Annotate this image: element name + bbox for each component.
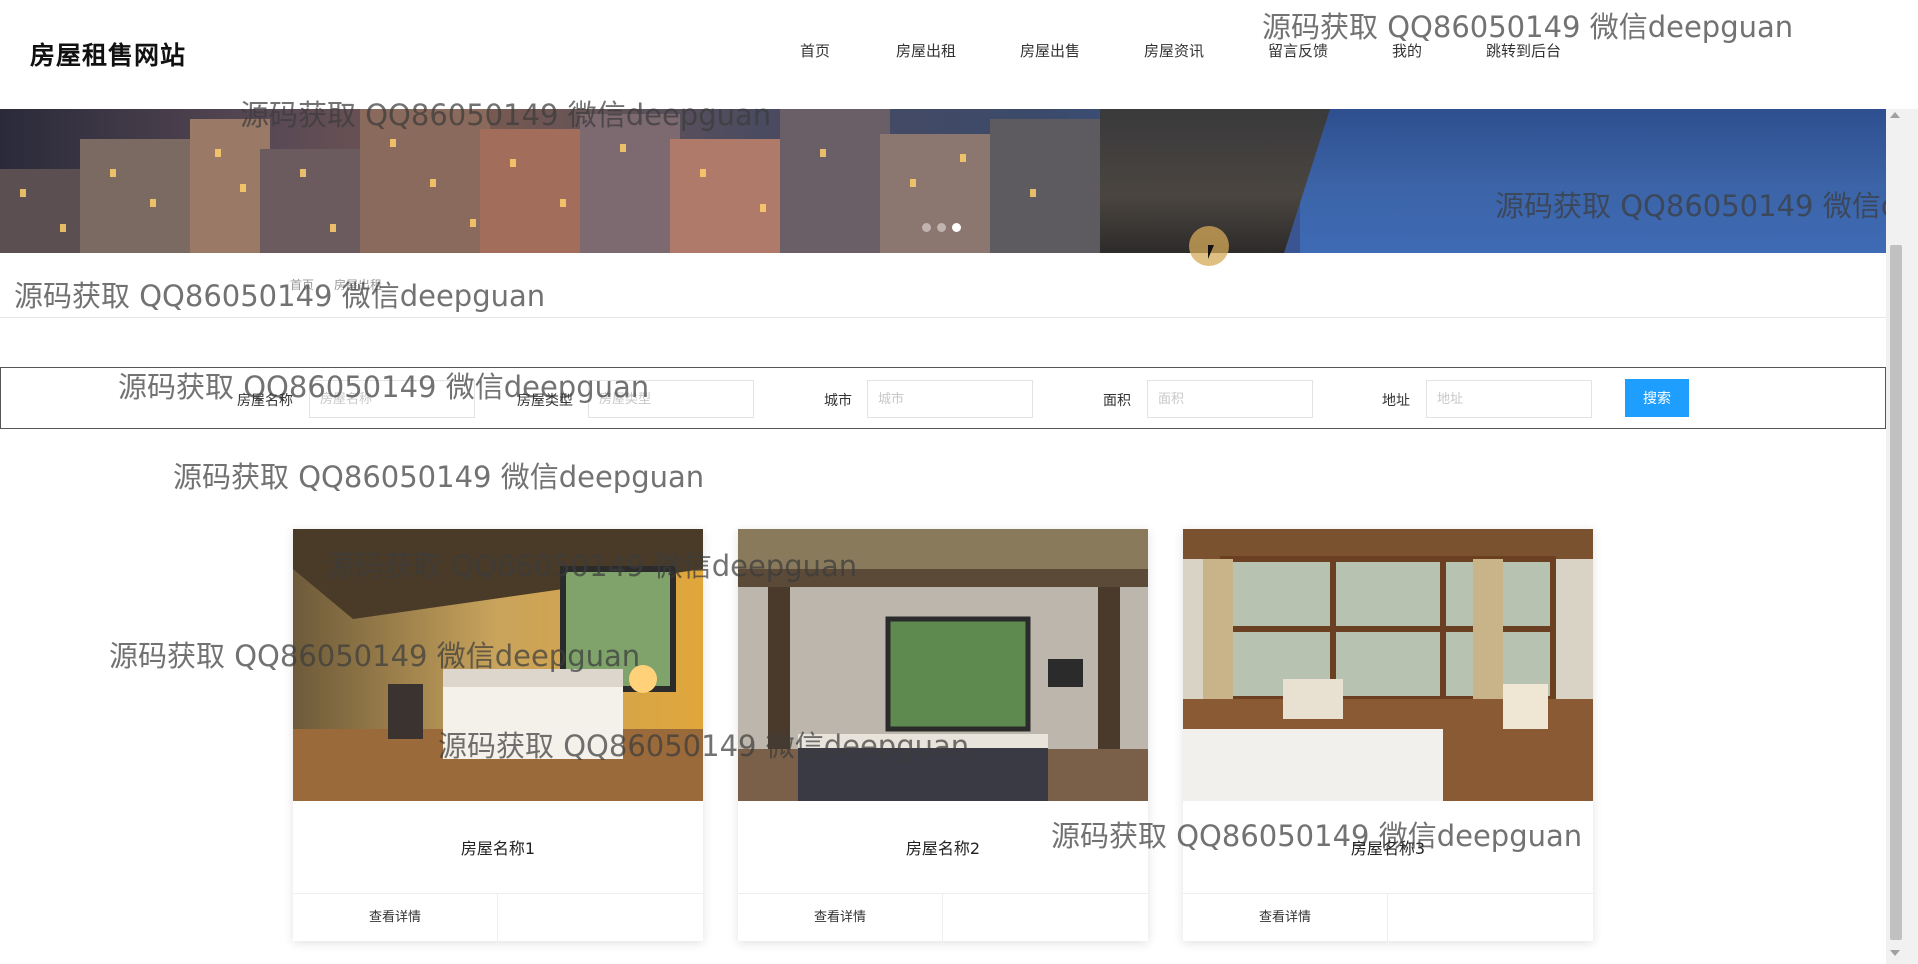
carousel-dot-1[interactable]: [922, 223, 931, 232]
banner-village-image: [0, 109, 1100, 253]
house-title-2[interactable]: 房屋名称2: [738, 835, 1148, 859]
bedroom-image-1: [293, 529, 703, 801]
house-card-1[interactable]: 房屋名称1 查看详情: [293, 529, 703, 942]
watermark-text: 源码获取 QQ86050149 微信deepguan: [173, 460, 705, 494]
search-label-type: 房屋类型: [517, 393, 573, 409]
search-input-type[interactable]: [588, 380, 754, 418]
search-input-city[interactable]: [867, 380, 1033, 418]
banner-carousel[interactable]: [0, 109, 1886, 253]
bedroom-image-3: [1183, 529, 1593, 801]
house-photo-3[interactable]: [1183, 529, 1593, 801]
carousel-dot-2[interactable]: [937, 223, 946, 232]
search-input-name[interactable]: [309, 380, 475, 418]
nav-home[interactable]: 首页: [800, 40, 830, 61]
nav-rent[interactable]: 房屋出租: [896, 40, 956, 61]
search-input-address[interactable]: [1426, 380, 1592, 418]
watermark-text: 源码获取 QQ86050149 微信deepguan: [14, 279, 546, 313]
site-header: 房屋租售网站 首页 房屋出租 房屋出售 房屋资讯 留言反馈 我的 跳转到后台: [0, 0, 1886, 109]
search-label-address: 地址: [1382, 393, 1410, 409]
card-actions-1: 查看详情: [293, 893, 703, 942]
breadcrumb: 首页 房屋出租: [290, 276, 402, 293]
scroll-up-arrow-icon[interactable]: [1890, 112, 1900, 118]
bedroom-image-2: [738, 529, 1148, 801]
carousel-dot-3[interactable]: [952, 223, 961, 232]
nav-feedback[interactable]: 留言反馈: [1268, 40, 1328, 61]
search-input-area[interactable]: [1147, 380, 1313, 418]
mouse-cursor-icon: [1208, 245, 1220, 259]
section-divider: [0, 317, 1886, 318]
scroll-down-arrow-icon[interactable]: [1890, 950, 1900, 956]
scrollbar-thumb[interactable]: [1890, 245, 1902, 940]
house-photo-1[interactable]: [293, 529, 703, 801]
search-label-city: 城市: [824, 393, 852, 409]
search-label-area: 面积: [1103, 393, 1131, 409]
search-label-name: 房屋名称: [237, 393, 293, 409]
nav-admin[interactable]: 跳转到后台: [1486, 40, 1561, 61]
view-detail-button-1[interactable]: 查看详情: [293, 894, 498, 942]
breadcrumb-home[interactable]: 首页: [290, 278, 314, 292]
view-detail-button-2[interactable]: 查看详情: [738, 894, 943, 942]
search-bar: 房屋名称 房屋类型 城市 面积 地址 搜索: [0, 367, 1886, 429]
house-card-3[interactable]: 房屋名称3 查看详情: [1183, 529, 1593, 942]
card-actions-3: 查看详情: [1183, 893, 1593, 942]
breadcrumb-current: 房屋出租: [334, 278, 383, 292]
nav-news[interactable]: 房屋资讯: [1144, 40, 1204, 61]
site-logo-title[interactable]: 房屋租售网站: [30, 36, 186, 72]
nav-sale[interactable]: 房屋出售: [1020, 40, 1080, 61]
search-button[interactable]: 搜索: [1625, 379, 1689, 417]
house-card-2[interactable]: 房屋名称2 查看详情: [738, 529, 1148, 942]
banner-sea: [1300, 109, 1886, 253]
house-photo-2[interactable]: [738, 529, 1148, 801]
house-title-3[interactable]: 房屋名称3: [1183, 835, 1593, 859]
view-detail-button-3[interactable]: 查看详情: [1183, 894, 1388, 942]
house-title-1[interactable]: 房屋名称1: [293, 835, 703, 859]
nav-mine[interactable]: 我的: [1392, 40, 1422, 61]
card-actions-2: 查看详情: [738, 893, 1148, 942]
